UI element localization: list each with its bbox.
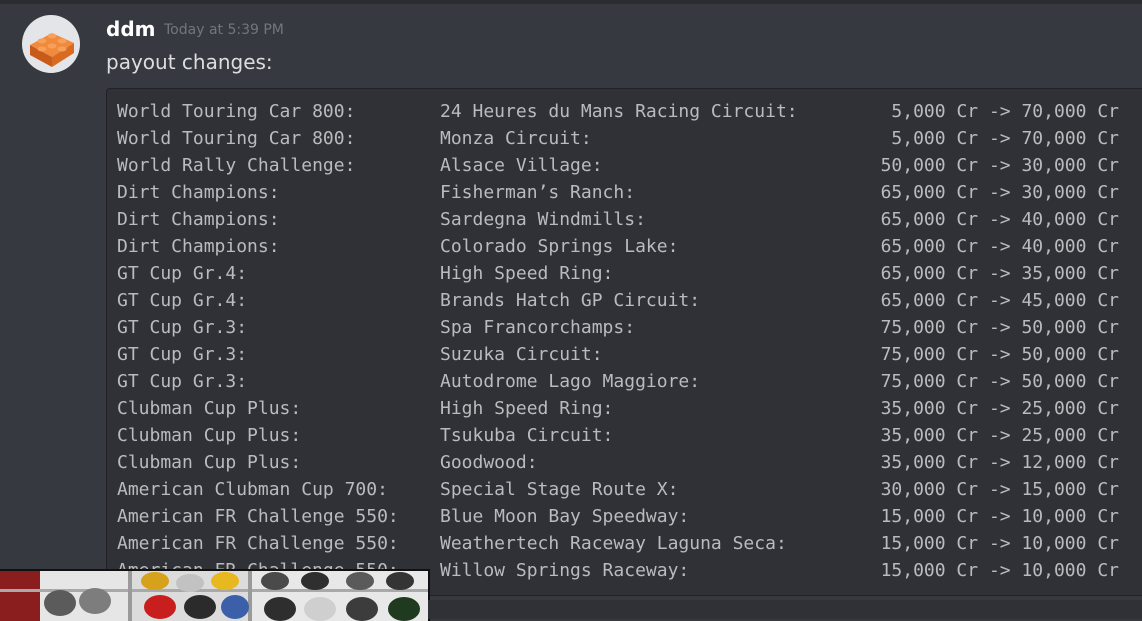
payout-change: 15,000 Cr -> 10,000 Cr [880,533,1119,554]
track-name: Brands Hatch GP Circuit: [440,290,701,311]
bottom-bar [428,600,1142,619]
message-author[interactable]: ddm [106,17,155,41]
orange-brick-icon [30,33,74,67]
table-row: GT Cup Gr.3: Autodrome Lago Maggiore: 75,0… [117,368,1142,395]
table-row: World Rally Challenge: Alsace Village: 50,… [117,152,1142,179]
track-name: Monza Circuit: [440,128,592,149]
series-name: GT Cup Gr.3: [117,371,248,392]
payout-change: 50,000 Cr -> 30,000 Cr [880,155,1119,176]
table-row: GT Cup Gr.4: Brands Hatch GP Circuit: 65,0… [117,287,1142,314]
series-name: Dirt Champions: [117,236,280,257]
track-name: High Speed Ring: [440,398,614,419]
series-name: American FR Challenge 550: [117,533,399,554]
table-row: Dirt Champions: Sardegna Windmills: 65,000… [117,206,1142,233]
webcam-overlay [0,569,430,621]
payout-change: 65,000 Cr -> 30,000 Cr [880,182,1119,203]
webcam-feed-image [0,571,428,621]
series-name: GT Cup Gr.4: [117,263,248,284]
series-name: World Touring Car 800: [117,128,356,149]
payout-change: 30,000 Cr -> 15,000 Cr [880,479,1119,500]
payout-change: 5,000 Cr -> 70,000 Cr [891,101,1119,122]
series-name: Clubman Cup Plus: [117,425,302,446]
track-name: Sardegna Windmills: [440,209,646,230]
track-name: Willow Springs Raceway: [440,560,690,581]
table-row: American FR Challenge 550: Blue Moon Bay … [117,503,1142,530]
track-name: Colorado Springs Lake: [440,236,679,257]
table-row: Clubman Cup Plus: Tsukuba Circuit: 35,000 … [117,422,1142,449]
payout-change: 35,000 Cr -> 25,000 Cr [880,425,1119,446]
payout-change: 5,000 Cr -> 70,000 Cr [891,128,1119,149]
track-name: Special Stage Route X: [440,479,679,500]
table-row: Clubman Cup Plus: Goodwood: 35,000 Cr -> 1… [117,449,1142,476]
table-row: American Clubman Cup 700: Special Stage R… [117,476,1142,503]
series-name: GT Cup Gr.3: [117,317,248,338]
track-name: Autodrome Lago Maggiore: [440,371,701,392]
series-name: World Rally Challenge: [117,155,356,176]
message-timestamp: Today at 5:39 PM [164,22,284,38]
payout-change: 75,000 Cr -> 50,000 Cr [880,317,1119,338]
track-name: Spa Francorchamps: [440,317,636,338]
chat-message: ddm Today at 5:39 PM payout changes: Wor… [0,0,1142,619]
code-block: World Touring Car 800: 24 Heures du Mans … [106,88,1142,596]
series-name: Dirt Champions: [117,182,280,203]
payout-change: 65,000 Cr -> 35,000 Cr [880,263,1119,284]
payout-change: 75,000 Cr -> 50,000 Cr [880,371,1119,392]
payout-change: 35,000 Cr -> 25,000 Cr [880,398,1119,419]
table-row: Dirt Champions: Colorado Springs Lake: 65,… [117,233,1142,260]
payout-change: 15,000 Cr -> 10,000 Cr [880,560,1119,581]
series-name: American Clubman Cup 700: [117,479,388,500]
table-row: GT Cup Gr.3: Suzuka Circuit: 75,000 Cr -> … [117,341,1142,368]
track-name: Tsukuba Circuit: [440,425,614,446]
table-row: American FR Challenge 550: Weathertech Ra… [117,530,1142,557]
payout-change: 65,000 Cr -> 40,000 Cr [880,209,1119,230]
table-row: GT Cup Gr.3: Spa Francorchamps: 75,000 Cr … [117,314,1142,341]
series-name: Dirt Champions: [117,209,280,230]
table-row: Dirt Champions: Fisherman’s Ranch: 65,000 … [117,179,1142,206]
series-name: GT Cup Gr.3: [117,344,248,365]
table-row: GT Cup Gr.4: High Speed Ring: 65,000 Cr ->… [117,260,1142,287]
track-name: Suzuka Circuit: [440,344,603,365]
payout-change: 15,000 Cr -> 10,000 Cr [880,506,1119,527]
track-name: Goodwood: [440,452,538,473]
track-name: High Speed Ring: [440,263,614,284]
payout-change: 75,000 Cr -> 50,000 Cr [880,344,1119,365]
avatar[interactable] [22,15,80,73]
table-row: Clubman Cup Plus: High Speed Ring: 35,000 … [117,395,1142,422]
track-name: Blue Moon Bay Speedway: [440,506,690,527]
table-row: World Touring Car 800: 24 Heures du Mans … [117,98,1142,125]
series-name: American FR Challenge 550: [117,506,399,527]
track-name: Weathertech Raceway Laguna Seca: [440,533,787,554]
payout-change: 65,000 Cr -> 45,000 Cr [880,290,1119,311]
track-name: Fisherman’s Ranch: [440,182,636,203]
series-name: World Touring Car 800: [117,101,356,122]
table-row: World Touring Car 800: Monza Circuit: 5,00… [117,125,1142,152]
message-text: payout changes: [106,50,273,74]
track-name: 24 Heures du Mans Racing Circuit: [440,101,798,122]
payout-change: 35,000 Cr -> 12,000 Cr [880,452,1119,473]
series-name: Clubman Cup Plus: [117,452,302,473]
payout-change: 65,000 Cr -> 40,000 Cr [880,236,1119,257]
track-name: Alsace Village: [440,155,603,176]
series-name: Clubman Cup Plus: [117,398,302,419]
series-name: GT Cup Gr.4: [117,290,248,311]
